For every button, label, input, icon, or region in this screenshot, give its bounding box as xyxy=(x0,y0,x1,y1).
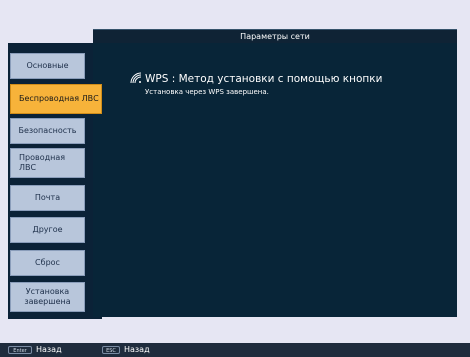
wps-title: WPS : Метод установки с помощью кнопки xyxy=(145,73,383,85)
sidebar-item-reset[interactable]: Сброс xyxy=(10,250,85,276)
sidebar-item-wired-lan[interactable]: Проводная ЛВС xyxy=(10,148,85,178)
wireless-signal-icon xyxy=(130,72,142,84)
sidebar-item-other[interactable]: Другое xyxy=(10,217,85,243)
sidebar-item-setup-complete[interactable]: Установка завершена xyxy=(10,282,85,312)
esc-key-icon: ESC xyxy=(102,346,120,354)
esc-back-label[interactable]: Назад xyxy=(124,344,150,356)
wps-status-text: Установка через WPS завершена. xyxy=(145,88,269,96)
enter-back-label[interactable]: Назад xyxy=(36,344,62,356)
sidebar-item-security[interactable]: Безопасность xyxy=(10,118,85,144)
footer-bar: Enter Назад ESC Назад xyxy=(0,343,470,357)
enter-key-icon: Enter xyxy=(8,346,32,354)
sidebar-item-mail[interactable]: Почта xyxy=(10,185,85,211)
sidebar-item-basic[interactable]: Основные xyxy=(10,53,85,79)
sidebar-item-wireless-lan[interactable]: Беспроводная ЛВС xyxy=(10,84,102,114)
network-settings-screen: Параметры сети Основные Беспроводная ЛВС… xyxy=(0,0,470,357)
window-title: Параметры сети xyxy=(93,29,457,43)
